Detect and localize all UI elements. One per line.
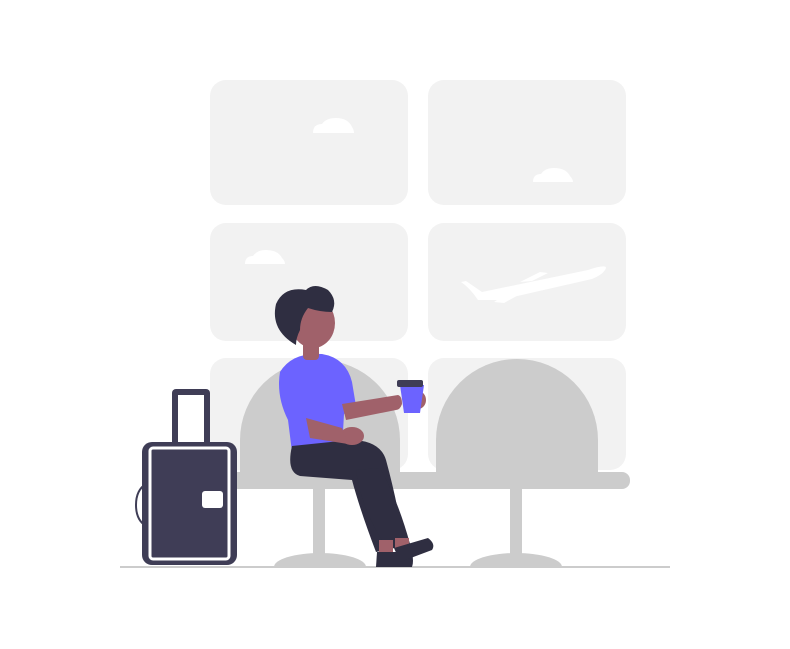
suitcase-label <box>202 491 223 508</box>
window-pane <box>428 223 626 341</box>
seat-foot <box>470 553 562 567</box>
window-pane <box>428 80 626 205</box>
illustration-canvas <box>120 80 670 568</box>
seat-bench <box>230 472 630 489</box>
seat-leg <box>510 489 522 561</box>
seat-foot <box>274 553 366 567</box>
seat-leg <box>313 489 325 561</box>
window-pane <box>210 80 408 205</box>
airport-waiting-illustration <box>0 0 790 649</box>
